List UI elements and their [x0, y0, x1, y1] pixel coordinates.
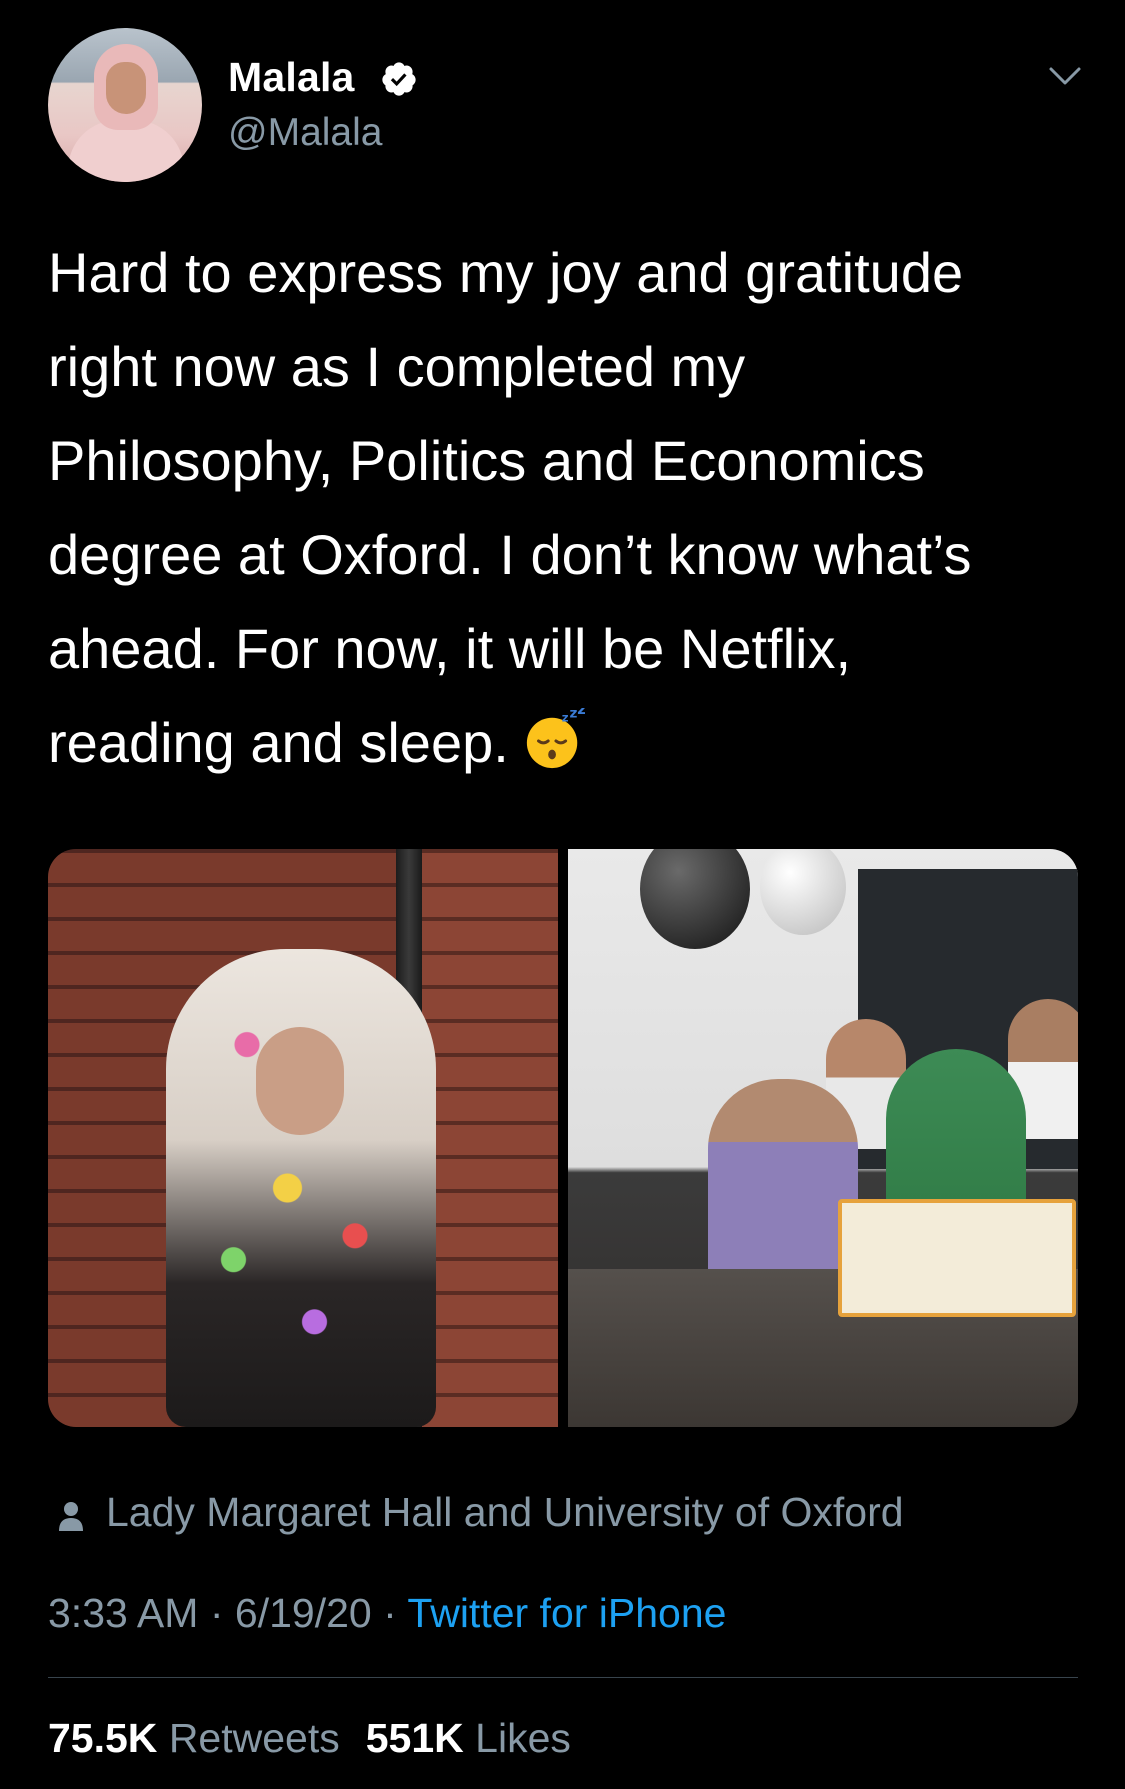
svg-text:z: z: [562, 711, 569, 725]
retweets-stat[interactable]: 75.5K Retweets: [48, 1715, 340, 1761]
silver-balloon: [760, 849, 846, 935]
tweet-text-line: ahead. For now, it will be Netflix,: [48, 617, 852, 680]
photo-left[interactable]: [48, 849, 558, 1427]
likes-stat[interactable]: 551K Likes: [366, 1715, 571, 1761]
tweet-detail: Malala @Malala Hard to express my joy an…: [0, 0, 1125, 1789]
tweet-text-line: Philosophy, Politics and Economics: [48, 429, 925, 492]
tweet-source-link[interactable]: Twitter for iPhone: [407, 1590, 726, 1636]
tweet-time[interactable]: 3:33 AM: [48, 1590, 198, 1636]
confetti-covered-person: [166, 949, 436, 1427]
tweet-date[interactable]: 6/19/20: [235, 1590, 372, 1636]
sleeping-face-icon: z z z: [526, 708, 585, 769]
tweet-text-line: Hard to express my joy and gratitude: [48, 241, 964, 304]
tweet-text: Hard to express my joy and gratitude rig…: [48, 226, 1088, 790]
avatar[interactable]: [48, 28, 202, 182]
person: [708, 1079, 858, 1289]
tweet-stats: 75.5K Retweets 551K Likes: [48, 1715, 571, 1762]
tweet-text-line: right now as I completed my: [48, 335, 746, 398]
meta-separator: ·: [383, 1590, 397, 1636]
tweet-text-last-line: reading and sleep. z z z: [48, 696, 1088, 790]
meta-separator: ·: [209, 1590, 224, 1636]
media-grid: [48, 849, 1078, 1427]
cake: [838, 1199, 1076, 1317]
tweet-meta: 3:33 AM · 6/19/20 · Twitter for iPhone: [48, 1590, 726, 1637]
author-handle[interactable]: @Malala: [228, 111, 382, 155]
brick-wall: [422, 849, 558, 1427]
person-icon: [59, 1502, 83, 1531]
retweets-label: Retweets: [168, 1715, 340, 1761]
divider: [48, 1677, 1078, 1678]
person-face: [256, 1027, 344, 1135]
black-balloon: [640, 849, 750, 949]
tagged-location[interactable]: Lady Margaret Hall and University of Oxf…: [106, 1489, 904, 1536]
likes-label: Likes: [475, 1715, 571, 1761]
tweet-text-line: degree at Oxford. I don’t know what’s: [48, 523, 972, 586]
retweets-count: 75.5K: [48, 1715, 158, 1761]
photo-right[interactable]: [568, 849, 1078, 1427]
author-name[interactable]: Malala: [228, 54, 355, 101]
avatar-face: [106, 62, 146, 114]
svg-text:z: z: [577, 708, 585, 718]
verified-badge-icon: [382, 62, 416, 96]
tweet-text-line: reading and sleep.: [48, 711, 509, 774]
chevron-down-icon[interactable]: [1048, 66, 1082, 88]
likes-count: 551K: [365, 1715, 464, 1761]
